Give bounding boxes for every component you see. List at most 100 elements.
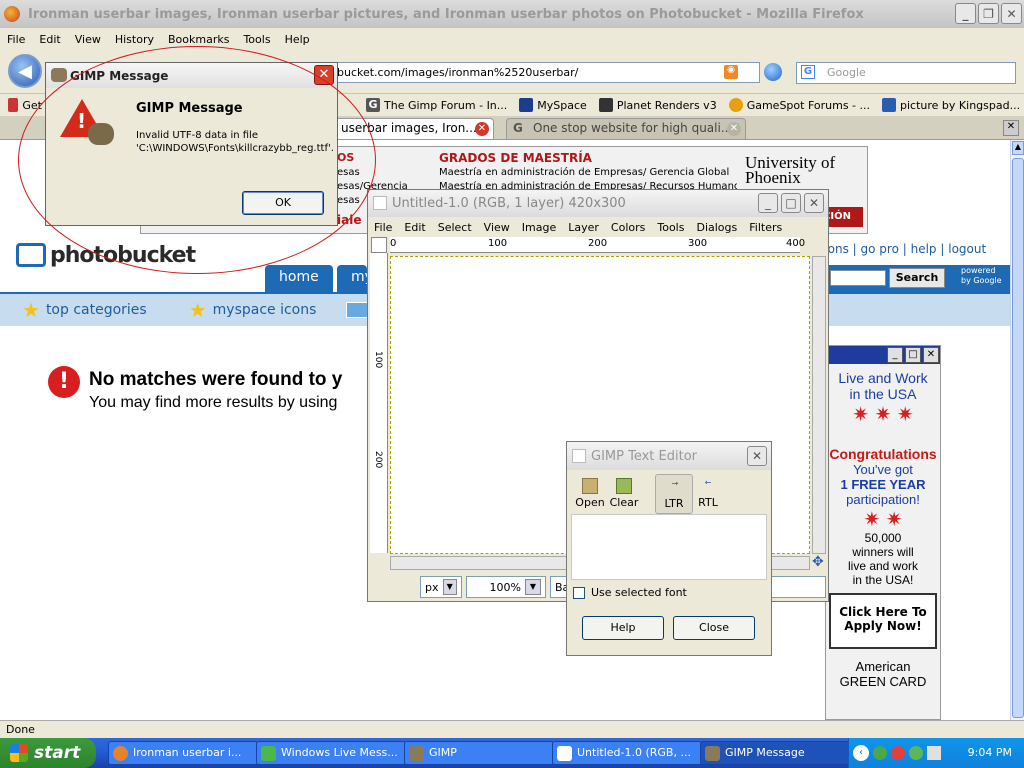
menu-bar: File Edit View History Bookmarks Tools H… [0, 28, 1024, 50]
scroll-thumb[interactable] [1012, 158, 1024, 718]
maximize-button[interactable]: ❐ [978, 3, 999, 24]
camera-icon [16, 243, 46, 267]
gimp-menu-dialogs[interactable]: Dialogs [690, 221, 743, 234]
bookmark-myspace[interactable]: MySpace [519, 98, 587, 112]
menu-arrow-icon[interactable] [371, 237, 387, 253]
minimize-button[interactable]: _ [758, 193, 778, 213]
bookmark-get[interactable]: Get [8, 98, 42, 112]
menu-bookmarks[interactable]: Bookmarks [161, 33, 236, 46]
tool-label: Clear [609, 496, 639, 509]
text-area[interactable] [571, 514, 767, 580]
back-button[interactable]: ◀ [8, 54, 42, 88]
help-button[interactable]: Help [582, 616, 664, 640]
close-tab-icon[interactable]: ✕ [727, 122, 741, 136]
canvas-vertical-scrollbar[interactable] [812, 256, 826, 554]
powered-by-google: powered by Google [958, 265, 1010, 287]
close-tab-icon[interactable]: ✕ [475, 122, 489, 136]
bookmark-gimp-forum[interactable]: G The Gimp Forum - In... [366, 98, 507, 112]
use-selected-font-checkbox[interactable]: Use selected font [573, 586, 687, 599]
url-bar[interactable]: bucket.com/images/ironman%2520userbar/ [330, 62, 760, 83]
close-dialog-button[interactable]: Close [673, 616, 755, 640]
gimp-menu-select[interactable]: Select [432, 221, 478, 234]
category-myspace-icons[interactable]: ★ myspace icons [189, 298, 317, 322]
scroll-up-icon[interactable]: ▲ [1012, 141, 1024, 155]
close-all-tabs-icon[interactable]: ✕ [1003, 120, 1019, 136]
rss-feed-icon[interactable]: ◉ [724, 65, 738, 79]
aim-icon[interactable] [891, 746, 905, 760]
gimp-menu-layer[interactable]: Layer [562, 221, 605, 234]
ruler-label: 400 [786, 238, 806, 249]
search-input[interactable]: G Google [796, 62, 1016, 84]
ad-maximize-icon[interactable]: □ [905, 347, 921, 363]
ruler-label: 200 [373, 451, 383, 469]
tray-expand-icon[interactable]: ‹ [853, 745, 869, 761]
window-icon [572, 449, 586, 463]
maximize-button[interactable]: □ [781, 193, 801, 213]
bookmark-label: picture by Kingspad... [900, 98, 1021, 112]
menu-view[interactable]: View [68, 33, 108, 46]
nav-tab-my[interactable]: my [337, 265, 367, 292]
task-firefox[interactable]: Ironman userbar i... [108, 741, 258, 765]
tab-gimp[interactable]: G One stop website for high quali... ✕ [506, 118, 746, 139]
ad-heading: GRADOS DE MAESTRÍA [439, 151, 592, 165]
nav-tab-home[interactable]: home [265, 265, 333, 292]
ad-minimize-icon[interactable]: _ [887, 347, 903, 363]
close-button[interactable]: ✕ [747, 446, 767, 466]
category-top[interactable]: ★ top categories [22, 298, 147, 322]
gimp-menu-edit[interactable]: Edit [398, 221, 431, 234]
messenger-tray-icon[interactable] [909, 746, 923, 760]
gimp-menu-image[interactable]: Image [516, 221, 562, 234]
close-button[interactable]: ✕ [804, 193, 824, 213]
tool-label: LTR [664, 497, 684, 510]
image-category-icon[interactable] [346, 302, 369, 318]
site-search-input[interactable] [830, 270, 886, 286]
site-search-button[interactable]: Search [889, 268, 945, 288]
gimp-menu-colors[interactable]: Colors [605, 221, 651, 234]
gimp-menu-tools[interactable]: Tools [651, 221, 690, 234]
rtl-toggle[interactable]: ← RTL [689, 474, 727, 514]
apply-now-button[interactable]: Click Here To Apply Now! [829, 593, 937, 649]
ad-close-icon[interactable]: ✕ [923, 347, 939, 363]
gimp-menu-filters[interactable]: Filters [743, 221, 788, 234]
side-ad[interactable]: _ □ ✕ Live and Work in the USA ✷ ✷ ✷ Congr… [825, 345, 941, 720]
bookmark-gamespot[interactable]: GameSpot Forums - ... [728, 98, 870, 112]
link-go-pro[interactable]: go pro [861, 242, 899, 256]
gimp-icon [51, 68, 67, 82]
text-editor-titlebar[interactable]: GIMP Text Editor ✕ [567, 442, 771, 470]
task-untitled[interactable]: Untitled-1.0 (RGB, ... [552, 741, 702, 765]
zoom-select[interactable]: 100% ▼ [466, 576, 546, 598]
clear-button[interactable]: Clear [605, 474, 643, 514]
go-button[interactable] [764, 63, 782, 81]
chevron-down-icon: ▼ [442, 579, 457, 595]
task-gimp[interactable]: GIMP [404, 741, 554, 765]
network-icon[interactable] [873, 746, 887, 760]
menu-tools[interactable]: Tools [236, 33, 277, 46]
gimp-image-titlebar[interactable]: Untitled-1.0 (RGB, 1 layer) 420x300 _ □ … [368, 190, 828, 217]
ltr-toggle[interactable]: → LTR [655, 474, 693, 514]
gimp-menu-view[interactable]: View [478, 221, 516, 234]
volume-icon[interactable] [927, 746, 941, 760]
message-titlebar[interactable]: GIMP Message ✕ [46, 63, 337, 88]
menu-help[interactable]: Help [278, 33, 317, 46]
bookmark-planet-renders[interactable]: Planet Renders v3 [598, 98, 717, 112]
chevron-down-icon: ▼ [525, 579, 541, 595]
navigate-icon[interactable]: ✥ [812, 555, 826, 570]
link-logout[interactable]: logout [948, 242, 986, 256]
ad-text: in the USA [849, 386, 917, 402]
gimp-menu-file[interactable]: File [368, 221, 398, 234]
open-button[interactable]: Open [571, 474, 609, 514]
task-messenger[interactable]: Windows Live Mess... [256, 741, 406, 765]
ok-button[interactable]: OK [242, 191, 324, 215]
bookmark-picture[interactable]: picture by Kingspad... [882, 98, 1020, 112]
start-button[interactable]: start [0, 738, 96, 768]
close-button[interactable]: ✕ [1001, 3, 1022, 24]
minimize-button[interactable]: _ [955, 3, 976, 24]
menu-history[interactable]: History [108, 33, 161, 46]
task-gimp-message[interactable]: GIMP Message [700, 741, 850, 765]
unit-select[interactable]: px ▼ [420, 576, 462, 598]
link-help[interactable]: help [911, 242, 937, 256]
menu-edit[interactable]: Edit [32, 33, 67, 46]
page-scrollbar[interactable]: ▲ [1010, 140, 1024, 720]
close-button[interactable]: ✕ [314, 65, 334, 85]
menu-file[interactable]: File [0, 33, 32, 46]
